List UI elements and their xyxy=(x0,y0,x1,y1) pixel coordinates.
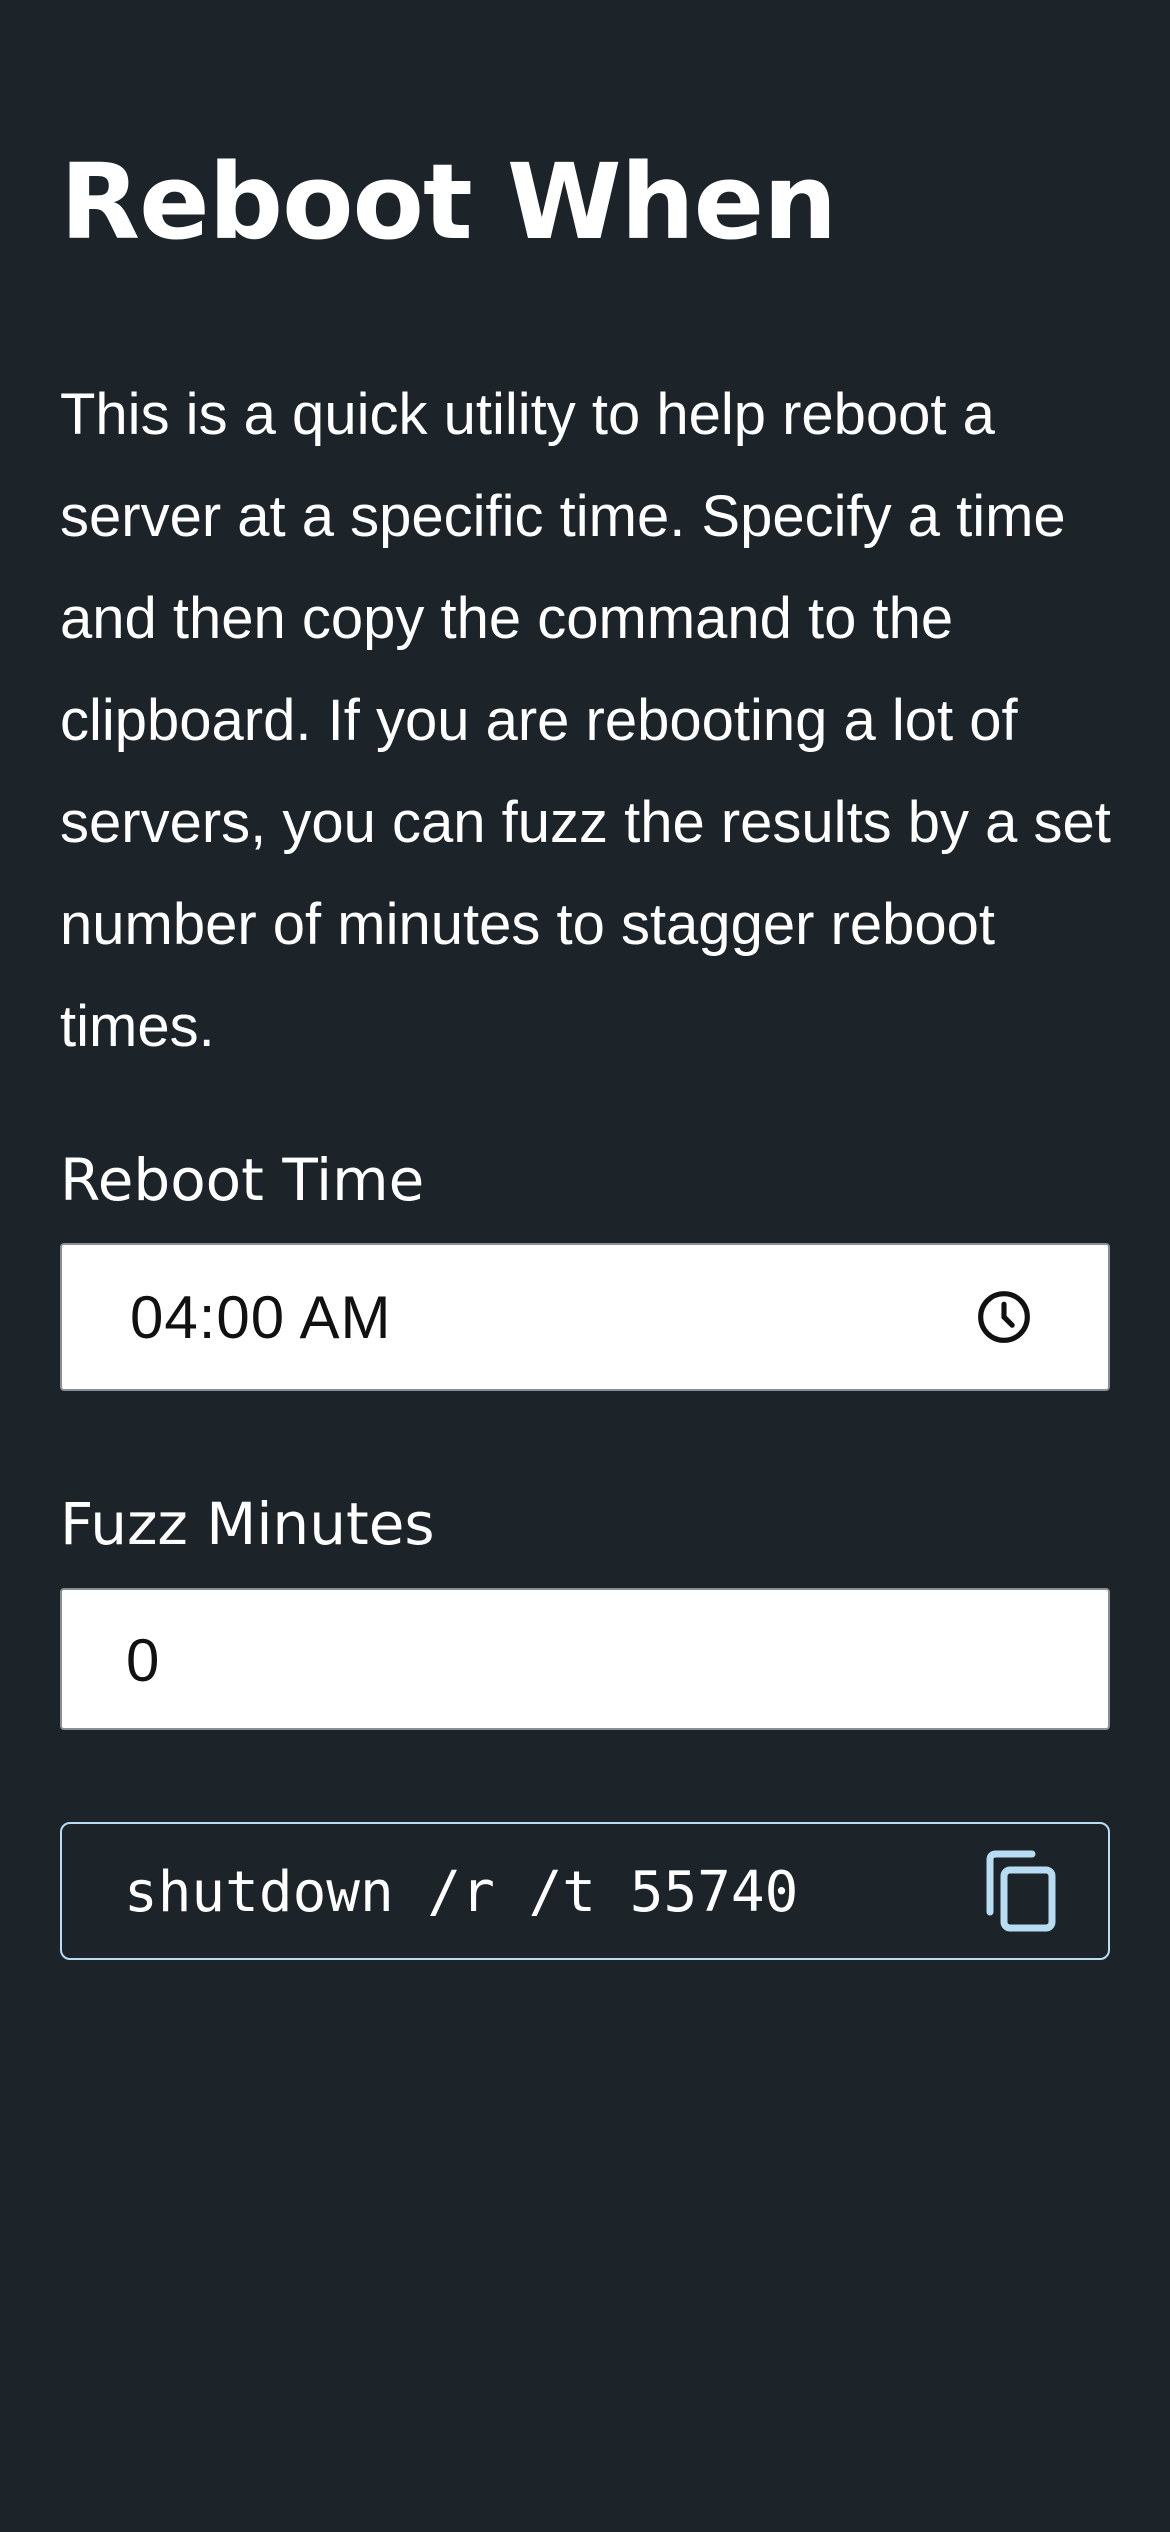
fuzz-minutes-value: 0 xyxy=(126,1627,160,1694)
reboot-time-value: 04:00 AM xyxy=(130,1284,392,1351)
clock-icon[interactable] xyxy=(976,1289,1032,1345)
copy-icon[interactable] xyxy=(982,1850,1058,1934)
reboot-time-label: Reboot Time xyxy=(60,1146,425,1214)
fuzz-minutes-label: Fuzz Minutes xyxy=(60,1490,435,1558)
command-box: shutdown /r /t 55740 xyxy=(60,1822,1110,1960)
page-description: This is a quick utility to help reboot a… xyxy=(60,382,1111,1059)
command-text: shutdown /r /t 55740 xyxy=(124,1860,799,1925)
fuzz-minutes-input[interactable]: 0 xyxy=(60,1588,1110,1730)
reboot-time-input[interactable]: 04:00 AM xyxy=(60,1243,1110,1391)
page-title: Reboot When xyxy=(60,141,837,263)
page: Reboot When This is a quick utility to h… xyxy=(0,0,1170,2532)
